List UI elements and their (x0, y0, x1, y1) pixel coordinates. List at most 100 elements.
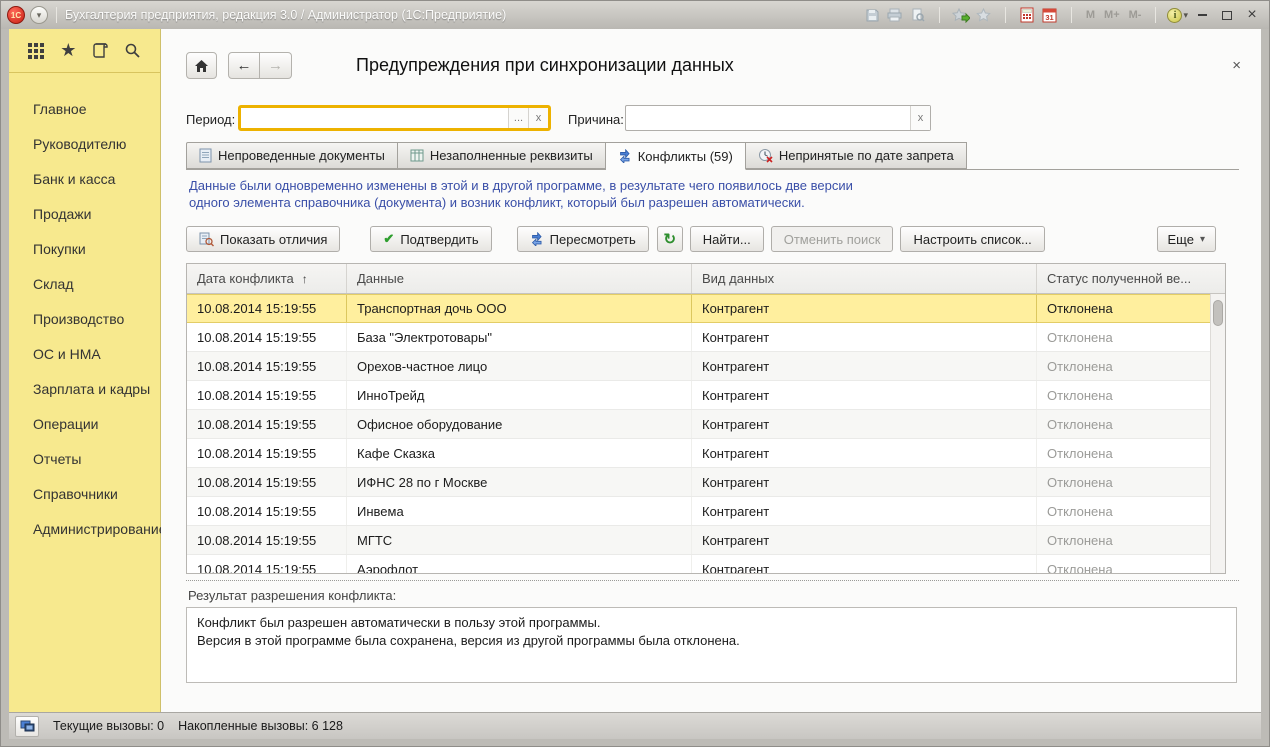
cell-kind: Контрагент (692, 468, 1037, 496)
column-header-date[interactable]: Дата конфликта ↑ (187, 264, 347, 293)
close-form-button[interactable]: × (1232, 57, 1241, 74)
confirm-button[interactable]: ✔ Подтвердить (370, 226, 491, 252)
scrollbar-thumb[interactable] (1213, 300, 1223, 326)
sidebar-item-prodazhi[interactable]: Продажи (9, 196, 160, 231)
sidebar-item-spravochniki[interactable]: Справочники (9, 476, 160, 511)
sync-icon (530, 232, 544, 246)
table-row[interactable]: 10.08.2014 15:19:55 ИнноТрейд Контрагент… (187, 381, 1225, 410)
show-differences-button[interactable]: Показать отличия (186, 226, 340, 252)
column-header-data[interactable]: Данные (347, 264, 692, 293)
table-row[interactable]: 10.08.2014 15:19:55 Офисное оборудование… (187, 410, 1225, 439)
close-window-button[interactable]: × (1241, 6, 1263, 25)
tab-rejected-by-date[interactable]: Непринятые по дате запрета (746, 142, 967, 169)
home-button[interactable] (186, 52, 217, 79)
favorites-star-icon[interactable]: ★ (57, 40, 79, 62)
find-button[interactable]: Найти... (690, 226, 764, 252)
cell-date: 10.08.2014 15:19:55 (187, 323, 347, 351)
tab-conflicts[interactable]: Конфликты (59) (606, 142, 746, 170)
history-icon[interactable] (90, 40, 112, 62)
tab-unfilled[interactable]: Незаполненные реквизиты (398, 142, 606, 169)
print-preview-icon (908, 6, 928, 25)
reason-input[interactable] (626, 106, 910, 130)
sidebar-item-os-i-nma[interactable]: ОС и НМА (9, 336, 160, 371)
sidebar-item-otchety[interactable]: Отчеты (9, 441, 160, 476)
more-button[interactable]: Еще ▾ (1157, 226, 1216, 252)
review-button[interactable]: Пересмотреть (517, 226, 649, 252)
vertical-scrollbar[interactable] (1210, 294, 1225, 573)
period-choose-button[interactable]: ... (508, 108, 528, 128)
cell-date: 10.08.2014 15:19:55 (187, 497, 347, 525)
button-label: Еще (1168, 232, 1194, 247)
conflict-description-line2: одного элемента справочника (документа) … (189, 194, 853, 211)
table-row-partial[interactable]: 10.08.2014 15:19:55 Аэрофлот Контрагент … (187, 555, 1225, 574)
table-row-selected[interactable]: 10.08.2014 15:19:55 Транспортная дочь ОО… (187, 294, 1225, 323)
sidebar-item-zarplata-i-kadry[interactable]: Зарплата и кадры (9, 371, 160, 406)
sidebar-item-operatsii[interactable]: Операции (9, 406, 160, 441)
page-title: Предупреждения при синхронизации данных (356, 55, 734, 76)
title-bar: 1С ▾ Бухгалтерия предприятия, редакция 3… (1, 1, 1269, 29)
sidebar-item-rukovoditelyu[interactable]: Руководителю (9, 126, 160, 161)
period-input[interactable] (241, 108, 508, 128)
favorites-icon[interactable] (974, 6, 994, 25)
cell-date: 10.08.2014 15:19:55 (187, 410, 347, 438)
cell-data: Аэрофлот (347, 555, 692, 574)
column-header-status[interactable]: Статус полученной ве... (1037, 264, 1212, 293)
column-label: Дата конфликта (197, 271, 294, 286)
cell-date: 10.08.2014 15:19:55 (187, 468, 347, 496)
minimize-button[interactable] (1191, 6, 1213, 25)
table-icon (410, 149, 424, 162)
table-row[interactable]: 10.08.2014 15:19:55 Инвема Контрагент От… (187, 497, 1225, 526)
cell-kind: Контрагент (692, 323, 1037, 351)
cell-data: ИнноТрейд (347, 381, 692, 409)
reason-field: x (625, 105, 931, 131)
table-row[interactable]: 10.08.2014 15:19:55 База "Электротовары"… (187, 323, 1225, 352)
search-icon[interactable] (122, 40, 144, 62)
maximize-button[interactable] (1216, 6, 1238, 25)
table-row[interactable]: 10.08.2014 15:19:55 Орехов-частное лицо … (187, 352, 1225, 381)
conflict-description: Данные были одновременно изменены в этой… (189, 177, 853, 211)
info-menu-button[interactable]: i ▾ (1167, 6, 1188, 25)
table-row[interactable]: 10.08.2014 15:19:55 ИФНС 28 по г Москве … (187, 468, 1225, 497)
cell-status: Отклонена (1037, 381, 1212, 409)
cell-status: Отклонена (1037, 555, 1212, 574)
back-button[interactable]: ← (228, 52, 260, 79)
cell-date: 10.08.2014 15:19:55 (187, 555, 347, 574)
cell-status: Отклонена (1037, 295, 1212, 322)
maximize-icon (1222, 11, 1232, 20)
server-calls-icon[interactable] (15, 716, 39, 737)
table-row[interactable]: 10.08.2014 15:19:55 МГТС Контрагент Откл… (187, 526, 1225, 555)
splitter[interactable] (186, 580, 1239, 581)
tab-nepostedocs[interactable]: Непроведенные документы (186, 142, 398, 169)
home-icon (194, 59, 209, 73)
result-text-box: Конфликт был разрешен автоматически в по… (186, 607, 1237, 683)
column-header-kind[interactable]: Вид данных (692, 264, 1037, 293)
sidebar-item-sklad[interactable]: Склад (9, 266, 160, 301)
conflict-description-line1: Данные были одновременно изменены в этой… (189, 177, 853, 194)
sidebar-item-bank-i-kassa[interactable]: Банк и касса (9, 161, 160, 196)
clock-blocked-icon (758, 148, 773, 163)
sidebar-item-proizvodstvo[interactable]: Производство (9, 301, 160, 336)
refresh-button[interactable]: ↻ (657, 226, 683, 252)
system-menu-button[interactable]: ▾ (30, 6, 48, 24)
sidebar-item-pokupki[interactable]: Покупки (9, 231, 160, 266)
cell-status: Отклонена (1037, 526, 1212, 554)
cell-data: Кафе Сказка (347, 439, 692, 467)
sidebar-toolbar: ★ (9, 29, 160, 73)
add-to-favorites-icon[interactable] (951, 6, 971, 25)
cell-data: База "Электротовары" (347, 323, 692, 351)
calculator-icon[interactable] (1017, 6, 1037, 25)
table-row[interactable]: 10.08.2014 15:19:55 Кафе Сказка Контраге… (187, 439, 1225, 468)
tab-label: Непринятые по дате запрета (779, 148, 954, 163)
cancel-search-button: Отменить поиск (771, 226, 894, 252)
cell-kind: Контрагент (692, 295, 1037, 322)
period-clear-button[interactable]: x (528, 108, 548, 128)
sidebar-item-administrirovanie[interactable]: Администрирование (9, 511, 160, 546)
calendar-icon[interactable]: 31 (1040, 6, 1060, 25)
menu-grid-icon[interactable] (25, 40, 47, 62)
reason-clear-button[interactable]: x (910, 106, 930, 130)
sidebar-item-glavnoe[interactable]: Главное (9, 91, 160, 126)
configure-list-button[interactable]: Настроить список... (900, 226, 1044, 252)
memory-recall-button: M (1083, 6, 1098, 25)
cell-kind: Контрагент (692, 526, 1037, 554)
separator (56, 7, 57, 23)
